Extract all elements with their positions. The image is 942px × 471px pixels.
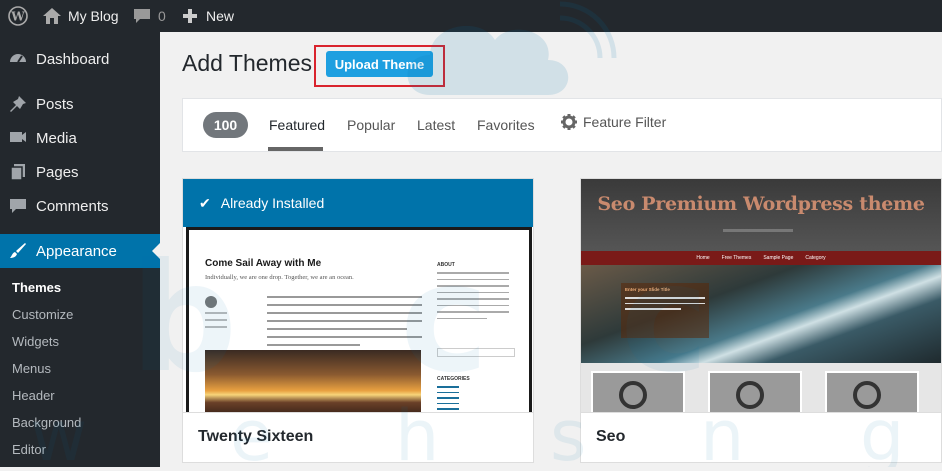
preview-nav-item: Home xyxy=(696,255,710,261)
theme-count-badge: 100 xyxy=(203,112,248,138)
theme-screenshot: Seo Premium Wordpress theme Home Free Th… xyxy=(581,179,941,417)
site-name: My Blog xyxy=(68,8,119,24)
theme-card-seo[interactable]: Seo Premium Wordpress theme Home Free Th… xyxy=(580,178,942,463)
installed-banner: ✔ Already Installed xyxy=(183,179,533,227)
sidebar-item-comments[interactable]: Comments xyxy=(0,189,160,223)
sidebar-item-label: Pages xyxy=(36,163,79,181)
site-name-link[interactable]: My Blog xyxy=(42,0,119,32)
media-icon xyxy=(9,129,27,147)
preview-body-text xyxy=(267,296,422,346)
theme-screenshot: Come Sail Away with Me Individually, we … xyxy=(186,227,532,417)
submenu-item-header[interactable]: Header xyxy=(0,382,160,409)
tab-latest[interactable]: Latest xyxy=(417,117,455,133)
feature-filter-label: Feature Filter xyxy=(583,114,667,130)
sidebar-item-posts[interactable]: Posts xyxy=(0,87,160,121)
preview-post-title: Come Sail Away with Me xyxy=(205,258,322,269)
preview-avatar xyxy=(205,296,217,308)
theme-filter-bar: 100 Featured Popular Latest Favorites Fe… xyxy=(182,98,942,152)
pushpin-icon xyxy=(9,95,27,113)
admin-sidebar: Dashboard Posts Media Pages Comments App… xyxy=(0,32,160,467)
preview-nav-item: Category xyxy=(805,255,826,261)
submenu-item-editor[interactable]: Editor xyxy=(0,436,160,463)
new-label: New xyxy=(206,8,235,24)
theme-card-twenty-sixteen[interactable]: ✔ Already Installed Come Sail Away with … xyxy=(182,178,534,463)
preview-nav-bar: Home Free Themes Sample Page Category xyxy=(581,251,941,265)
preview-subtitle-line xyxy=(723,229,793,232)
submenu-item-customize[interactable]: Customize xyxy=(0,301,160,328)
paintbrush-icon xyxy=(9,242,27,260)
preview-sidebar-text xyxy=(437,272,509,319)
dashboard-icon xyxy=(9,50,27,68)
preview-categories-heading: CATEGORIES xyxy=(437,376,470,382)
preview-header xyxy=(581,179,941,251)
home-icon xyxy=(42,7,62,25)
preview-slide-caption: Enter your Slide Title xyxy=(621,283,709,338)
preview-theme-title: Seo Premium Wordpress theme xyxy=(597,193,925,215)
sidebar-item-label: Posts xyxy=(36,95,74,113)
active-arrow-indicator xyxy=(152,243,160,259)
new-content-link[interactable]: New xyxy=(182,0,234,32)
tab-favorites[interactable]: Favorites xyxy=(477,117,535,133)
theme-name: Twenty Sixteen xyxy=(183,412,533,462)
sidebar-item-dashboard[interactable]: Dashboard xyxy=(0,42,160,76)
installed-label: Already Installed xyxy=(220,195,325,211)
pages-icon xyxy=(9,163,27,181)
preview-meta xyxy=(205,312,227,328)
sidebar-item-label: Appearance xyxy=(36,242,117,260)
preview-nav-item: Free Themes xyxy=(721,255,752,261)
preview-tagline: Individually, we are one drop. Together,… xyxy=(205,274,354,281)
active-tab-underline xyxy=(268,147,323,151)
sidebar-item-label: Comments xyxy=(36,197,109,215)
highlight-box xyxy=(314,45,445,87)
main-content: Add Themes Upload Theme 100 Featured Pop… xyxy=(160,32,942,467)
svg-text:W: W xyxy=(10,10,25,24)
submenu-item-widgets[interactable]: Widgets xyxy=(0,328,160,355)
preview-slide-title: Enter your Slide Title xyxy=(625,287,670,292)
comment-icon xyxy=(133,8,151,24)
submenu-item-menus[interactable]: Menus xyxy=(0,355,160,382)
checkmark-icon: ✔ xyxy=(199,194,211,211)
tab-popular[interactable]: Popular xyxy=(347,117,395,133)
sidebar-item-pages[interactable]: Pages xyxy=(0,155,160,189)
preview-about-heading: ABOUT xyxy=(437,262,455,268)
sidebar-item-appearance[interactable]: Appearance xyxy=(0,234,160,268)
preview-slider-image: Enter your Slide Title xyxy=(581,265,941,363)
wordpress-logo-icon[interactable]: W xyxy=(8,0,30,32)
submenu-item-background[interactable]: Background xyxy=(0,409,160,436)
preview-nav-item: Sample Page xyxy=(763,255,794,261)
tab-featured[interactable]: Featured xyxy=(269,117,325,133)
admin-bar: W My Blog 0 New xyxy=(0,0,942,32)
comments-count: 0 xyxy=(158,8,166,24)
pointer-icon xyxy=(619,381,647,409)
comments-link[interactable]: 0 xyxy=(133,0,166,32)
sidebar-item-label: Dashboard xyxy=(36,50,110,68)
plus-icon xyxy=(182,8,198,24)
submenu-item-themes[interactable]: Themes xyxy=(0,274,160,301)
page-title: Add Themes xyxy=(182,50,312,76)
theme-name: Seo xyxy=(581,412,941,462)
preview-sunset-image xyxy=(205,350,421,414)
preview-category-list xyxy=(437,386,459,410)
feature-filter-button[interactable]: Feature Filter xyxy=(561,114,666,130)
pointer-icon xyxy=(853,381,881,409)
sidebar-item-label: Media xyxy=(36,129,77,147)
preview-search-box xyxy=(437,348,515,357)
sidebar-item-media[interactable]: Media xyxy=(0,121,160,155)
comment-icon xyxy=(9,197,27,215)
pointer-icon xyxy=(736,381,764,409)
gear-icon xyxy=(561,114,577,130)
